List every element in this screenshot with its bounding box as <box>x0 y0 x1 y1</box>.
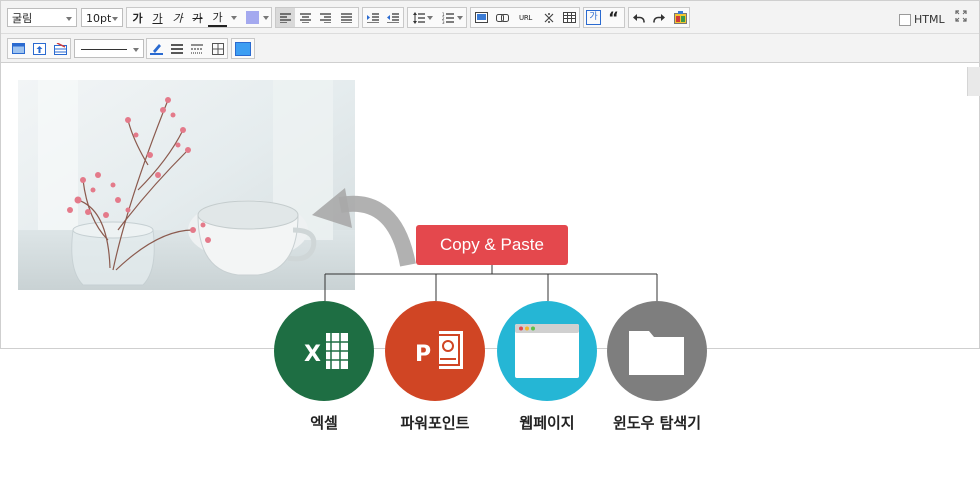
copy-paste-button[interactable]: Copy & Paste <box>416 225 568 265</box>
svg-text:X: X <box>304 342 321 367</box>
label-explorer: 윈도우 탐색기 <box>612 414 702 432</box>
powerpoint-icon: P <box>411 329 463 371</box>
svg-text:P: P <box>415 342 431 367</box>
target-webpage <box>497 301 597 401</box>
excel-icon: X <box>300 331 348 371</box>
target-excel: X <box>274 301 374 401</box>
webpage-icon <box>515 324 579 378</box>
target-powerpoint: P <box>385 301 485 401</box>
target-explorer <box>607 301 707 401</box>
copy-paste-label: Copy & Paste <box>440 235 544 254</box>
folder-icon <box>629 331 684 375</box>
